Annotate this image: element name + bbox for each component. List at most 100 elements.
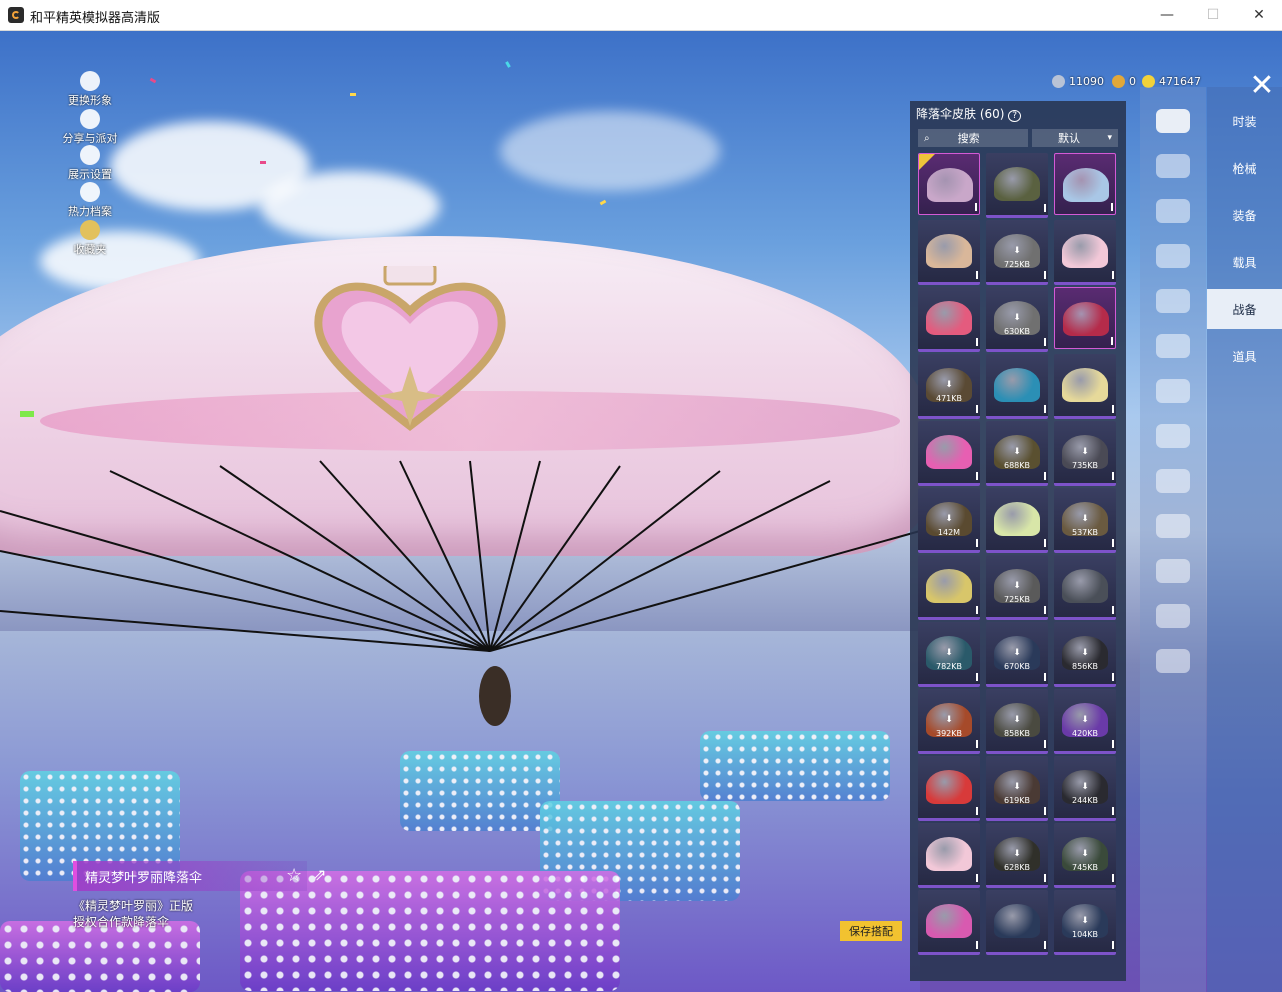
favorites-menu[interactable]: 收藏夹 xyxy=(58,220,122,257)
category-tab[interactable]: 时装 xyxy=(1207,101,1282,141)
skin-item[interactable]: ⬇ 142M xyxy=(918,488,980,553)
parachute-thumbnail xyxy=(994,368,1040,402)
item-desc-line2: 授权合作款降落伞 xyxy=(73,915,170,929)
parachute-skin-panel: 降落伞皮肤 (60) ? ⌕ 搜索 默认 ▾ ⬇ 725KB ⬇ 630KB ⬇ 471K… xyxy=(910,101,1126,981)
heat-profile-menu[interactable]: 热力档案 xyxy=(58,182,122,219)
app-icon xyxy=(8,7,24,23)
skin-item[interactable]: ⬇ 630KB xyxy=(986,287,1048,352)
close-window-button[interactable]: ✕ xyxy=(1236,0,1282,30)
window-titlebar: 和平精英模拟器高清版 — ☐ ✕ xyxy=(0,0,1282,31)
avatar-icon xyxy=(80,71,100,91)
coin-icon xyxy=(1052,74,1065,88)
skin-item[interactable] xyxy=(986,354,1048,419)
download-size: 725KB xyxy=(1003,595,1030,604)
emote-icon[interactable] xyxy=(1156,289,1190,313)
item-bar xyxy=(1112,539,1114,547)
skin-item[interactable] xyxy=(1054,354,1116,419)
item-bar xyxy=(976,606,978,614)
download-icon: ⬇ xyxy=(1013,782,1021,792)
maximize-button[interactable]: ☐ xyxy=(1190,0,1236,30)
skin-item[interactable] xyxy=(918,220,980,285)
skin-item[interactable]: ⬇ 628KB xyxy=(986,823,1048,888)
parachute-icon[interactable] xyxy=(1156,109,1190,133)
item-bar xyxy=(1044,338,1046,346)
drone-icon[interactable] xyxy=(1156,199,1190,223)
sound-icon[interactable] xyxy=(1156,379,1190,403)
category-tab[interactable]: 载具 xyxy=(1207,242,1282,282)
display-settings-menu[interactable]: 展示设置 xyxy=(58,145,122,182)
skin-item[interactable] xyxy=(918,421,980,486)
skin-item[interactable]: ⬇ 725KB xyxy=(986,555,1048,620)
sort-dropdown[interactable]: 默认 ▾ xyxy=(1032,129,1118,147)
skin-item[interactable] xyxy=(918,153,980,215)
skin-item[interactable] xyxy=(918,823,980,888)
extinguisher-icon[interactable] xyxy=(1156,514,1190,538)
skin-item[interactable] xyxy=(1054,555,1116,620)
robot-icon[interactable] xyxy=(1156,334,1190,358)
share-icon[interactable]: ⇗ xyxy=(313,865,326,884)
skin-item[interactable]: ⬇ 735KB xyxy=(1054,421,1116,486)
skin-item[interactable] xyxy=(1054,287,1116,349)
help-icon[interactable]: ? xyxy=(1008,110,1022,122)
search-box[interactable]: ⌕ 搜索 xyxy=(918,129,1028,147)
skin-item[interactable]: ⬇ 392KB xyxy=(918,689,980,754)
boat-icon[interactable] xyxy=(1156,154,1190,178)
skin-item[interactable] xyxy=(918,890,980,955)
search-label: 搜索 xyxy=(957,132,980,145)
skin-item[interactable]: ⬇ 537KB xyxy=(1054,488,1116,553)
skin-item[interactable] xyxy=(986,153,1048,218)
skin-item[interactable] xyxy=(1054,220,1116,285)
download-icon: ⬇ xyxy=(1081,648,1089,658)
download-icon: ⬇ xyxy=(1013,313,1021,323)
item-bar xyxy=(1044,740,1046,748)
skin-item[interactable] xyxy=(918,287,980,352)
skin-item[interactable] xyxy=(1054,153,1116,215)
item-bar xyxy=(1112,740,1114,748)
item-bar xyxy=(1044,204,1046,212)
skin-item[interactable]: ⬇ 725KB xyxy=(986,220,1048,285)
skin-item[interactable]: ⬇ 104KB xyxy=(1054,890,1116,955)
category-tab[interactable]: 战备 xyxy=(1207,289,1282,329)
cloud xyxy=(500,111,720,191)
skin-item[interactable]: ⬇ 471KB xyxy=(918,354,980,419)
skin-item[interactable] xyxy=(986,890,1048,955)
skin-item[interactable]: ⬇ 619KB xyxy=(986,756,1048,821)
chat-icon[interactable] xyxy=(1156,424,1190,448)
sparkle-icon[interactable] xyxy=(1156,604,1190,628)
download-icon: ⬇ xyxy=(1081,782,1089,792)
star-icon[interactable]: ☆ xyxy=(286,865,302,886)
parachute-thumbnail xyxy=(926,904,972,938)
category-tab[interactable]: 道具 xyxy=(1207,336,1282,376)
plane-icon[interactable] xyxy=(1156,244,1190,268)
change-avatar-menu[interactable]: 更换形象 xyxy=(58,71,122,108)
skin-item[interactable] xyxy=(986,488,1048,553)
minimize-button[interactable]: — xyxy=(1144,0,1190,30)
confetti xyxy=(599,199,607,206)
save-outfit-button[interactable]: 保存搭配 xyxy=(840,921,902,941)
skin-item[interactable]: ⬇ 782KB xyxy=(918,622,980,687)
picture-icon[interactable] xyxy=(1156,469,1190,493)
category-tab[interactable]: 枪械 xyxy=(1207,148,1282,188)
hand-icon[interactable] xyxy=(1156,559,1190,583)
skin-item[interactable]: ⬇ 745KB xyxy=(1054,823,1116,888)
skin-item[interactable] xyxy=(918,555,980,620)
download-size: 688KB xyxy=(1003,461,1030,470)
currency-a: 11090 xyxy=(1052,73,1104,89)
item-bar xyxy=(1112,405,1114,413)
close-icon[interactable]: ✕ xyxy=(1245,69,1279,103)
skin-item[interactable]: ⬇ 244KB xyxy=(1054,756,1116,821)
skin-item[interactable]: ⬇ 420KB xyxy=(1054,689,1116,754)
skin-item[interactable]: ⬇ 688KB xyxy=(986,421,1048,486)
parachute-thumbnail xyxy=(1062,569,1108,603)
item-bar xyxy=(976,740,978,748)
parachute-lines xyxy=(0,460,921,726)
category-tab[interactable]: 装备 xyxy=(1207,195,1282,235)
skin-item[interactable] xyxy=(918,756,980,821)
item-bar xyxy=(1111,203,1113,211)
share-party-menu[interactable]: 分享与派对 xyxy=(58,109,122,146)
skin-item[interactable]: ⬇ 856KB xyxy=(1054,622,1116,687)
skin-item[interactable]: ⬇ 858KB xyxy=(986,689,1048,754)
download-size: 244KB xyxy=(1071,796,1098,805)
hat-icon[interactable] xyxy=(1156,649,1190,673)
skin-item[interactable]: ⬇ 670KB xyxy=(986,622,1048,687)
